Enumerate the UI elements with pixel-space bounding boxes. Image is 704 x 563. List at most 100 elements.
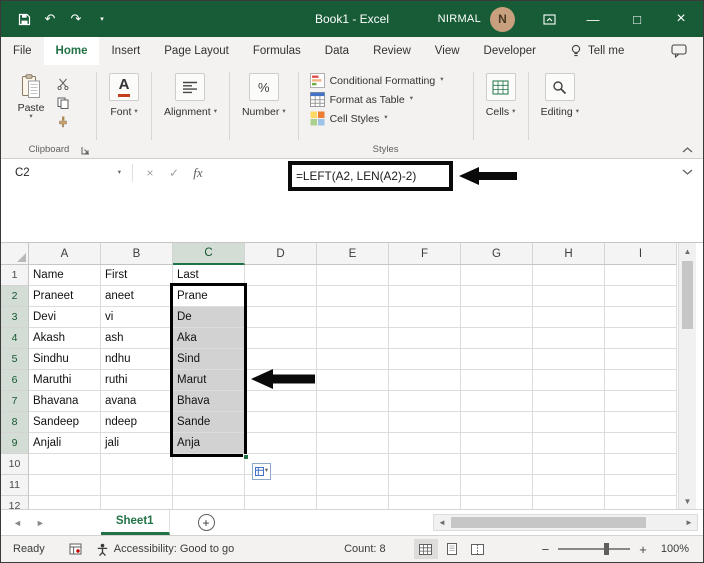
cell-E8[interactable] [317,412,389,433]
cell-A12[interactable] [29,496,101,509]
cell-C8[interactable]: Sande [173,412,245,433]
cell-C7[interactable]: Bhava [173,391,245,412]
cell-A2[interactable]: Praneet [29,286,101,307]
paste-button[interactable]: Paste ▾ [9,70,53,142]
tab-developer[interactable]: Developer [472,37,548,65]
column-header-i[interactable]: I [605,243,677,265]
cell-A7[interactable]: Bhavana [29,391,101,412]
cell-E6[interactable] [317,370,389,391]
cell-H2[interactable] [533,286,605,307]
cell-H12[interactable] [533,496,605,509]
cell-C4[interactable]: Aka [173,328,245,349]
cell-E10[interactable] [317,454,389,475]
cell-F12[interactable] [389,496,461,509]
insert-function-button[interactable]: fx [186,165,210,181]
cell-E4[interactable] [317,328,389,349]
alignment-group-button[interactable]: Alignment ▾ [155,68,226,158]
cell-I4[interactable] [605,328,677,349]
tab-home[interactable]: Home [43,37,100,65]
cell-D4[interactable] [245,328,317,349]
cell-B5[interactable]: ndhu [101,349,173,370]
cell-H11[interactable] [533,475,605,496]
cell-B1[interactable]: First [101,265,173,286]
cell-E12[interactable] [317,496,389,509]
conditional-formatting-button[interactable]: Conditional Formatting ▾ [309,73,462,88]
cell-G9[interactable] [461,433,533,454]
column-header-b[interactable]: B [101,243,173,265]
cell-A1[interactable]: Name [29,265,101,286]
cell-I10[interactable] [605,454,677,475]
cell-H9[interactable] [533,433,605,454]
customize-qat-button[interactable]: ▾ [89,4,115,34]
cell-D7[interactable] [245,391,317,412]
row-header-7[interactable]: 7 [1,391,29,412]
cell-A4[interactable]: Akash [29,328,101,349]
cell-C12[interactable] [173,496,245,509]
cell-F10[interactable] [389,454,461,475]
save-button[interactable] [11,4,37,34]
cell-H1[interactable] [533,265,605,286]
cell-D12[interactable] [245,496,317,509]
vertical-scrollbar[interactable]: ▲ ▼ [678,243,696,509]
cell-F4[interactable] [389,328,461,349]
format-painter-button[interactable] [57,116,69,128]
cancel-button[interactable]: × [138,166,162,180]
cell-G6[interactable] [461,370,533,391]
cell-E3[interactable] [317,307,389,328]
tell-me-button[interactable]: Tell me [570,44,624,58]
page-layout-view-button[interactable] [440,539,464,559]
cell-B2[interactable]: aneet [101,286,173,307]
zoom-slider[interactable] [558,543,631,555]
cell-B11[interactable] [101,475,173,496]
cell-I5[interactable] [605,349,677,370]
cell-H5[interactable] [533,349,605,370]
cell-D5[interactable] [245,349,317,370]
cell-I11[interactable] [605,475,677,496]
cell-I2[interactable] [605,286,677,307]
row-header-12[interactable]: 12 [1,496,29,509]
cell-G8[interactable] [461,412,533,433]
scroll-left-icon[interactable]: ◄ [434,518,450,527]
tab-insert[interactable]: Insert [99,37,152,65]
cell-I9[interactable] [605,433,677,454]
cell-G4[interactable] [461,328,533,349]
zoom-percentage[interactable]: 100% [661,543,689,555]
font-group-button[interactable]: A Font ▾ [100,68,148,158]
cell-B6[interactable]: ruthi [101,370,173,391]
cell-A11[interactable] [29,475,101,496]
horizontal-scroll-thumb[interactable] [451,517,646,528]
cell-G1[interactable] [461,265,533,286]
scroll-up-icon[interactable]: ▲ [679,243,696,259]
cell-A3[interactable]: Devi [29,307,101,328]
cell-A10[interactable] [29,454,101,475]
column-header-h[interactable]: H [533,243,605,265]
cell-I1[interactable] [605,265,677,286]
minimize-button[interactable]: — [571,1,615,37]
macro-record-icon[interactable] [69,543,82,555]
cell-B4[interactable]: ash [101,328,173,349]
cell-D3[interactable] [245,307,317,328]
auto-fill-options-button[interactable]: ▾ [252,463,271,480]
cell-H3[interactable] [533,307,605,328]
page-break-view-button[interactable] [466,539,490,559]
select-all-button[interactable] [1,243,29,265]
clipboard-dialog-launcher[interactable] [81,146,90,155]
vertical-scroll-thumb[interactable] [682,261,693,329]
tab-review[interactable]: Review [361,37,423,65]
avatar[interactable]: N [490,6,515,32]
cell-G11[interactable] [461,475,533,496]
sheet-nav-left-icon[interactable]: ◄ [13,518,22,528]
row-header-4[interactable]: 4 [1,328,29,349]
cell-G5[interactable] [461,349,533,370]
row-header-10[interactable]: 10 [1,454,29,475]
cell-A6[interactable]: Maruthi [29,370,101,391]
number-group-button[interactable]: % Number ▾ [233,68,295,158]
cell-C3[interactable]: De [173,307,245,328]
tab-formulas[interactable]: Formulas [241,37,313,65]
scroll-down-icon[interactable]: ▼ [679,493,696,509]
user-name[interactable]: NIRMAL [438,13,481,25]
cell-C5[interactable]: Sind [173,349,245,370]
column-header-d[interactable]: D [245,243,317,265]
cell-D8[interactable] [245,412,317,433]
cell-H10[interactable] [533,454,605,475]
